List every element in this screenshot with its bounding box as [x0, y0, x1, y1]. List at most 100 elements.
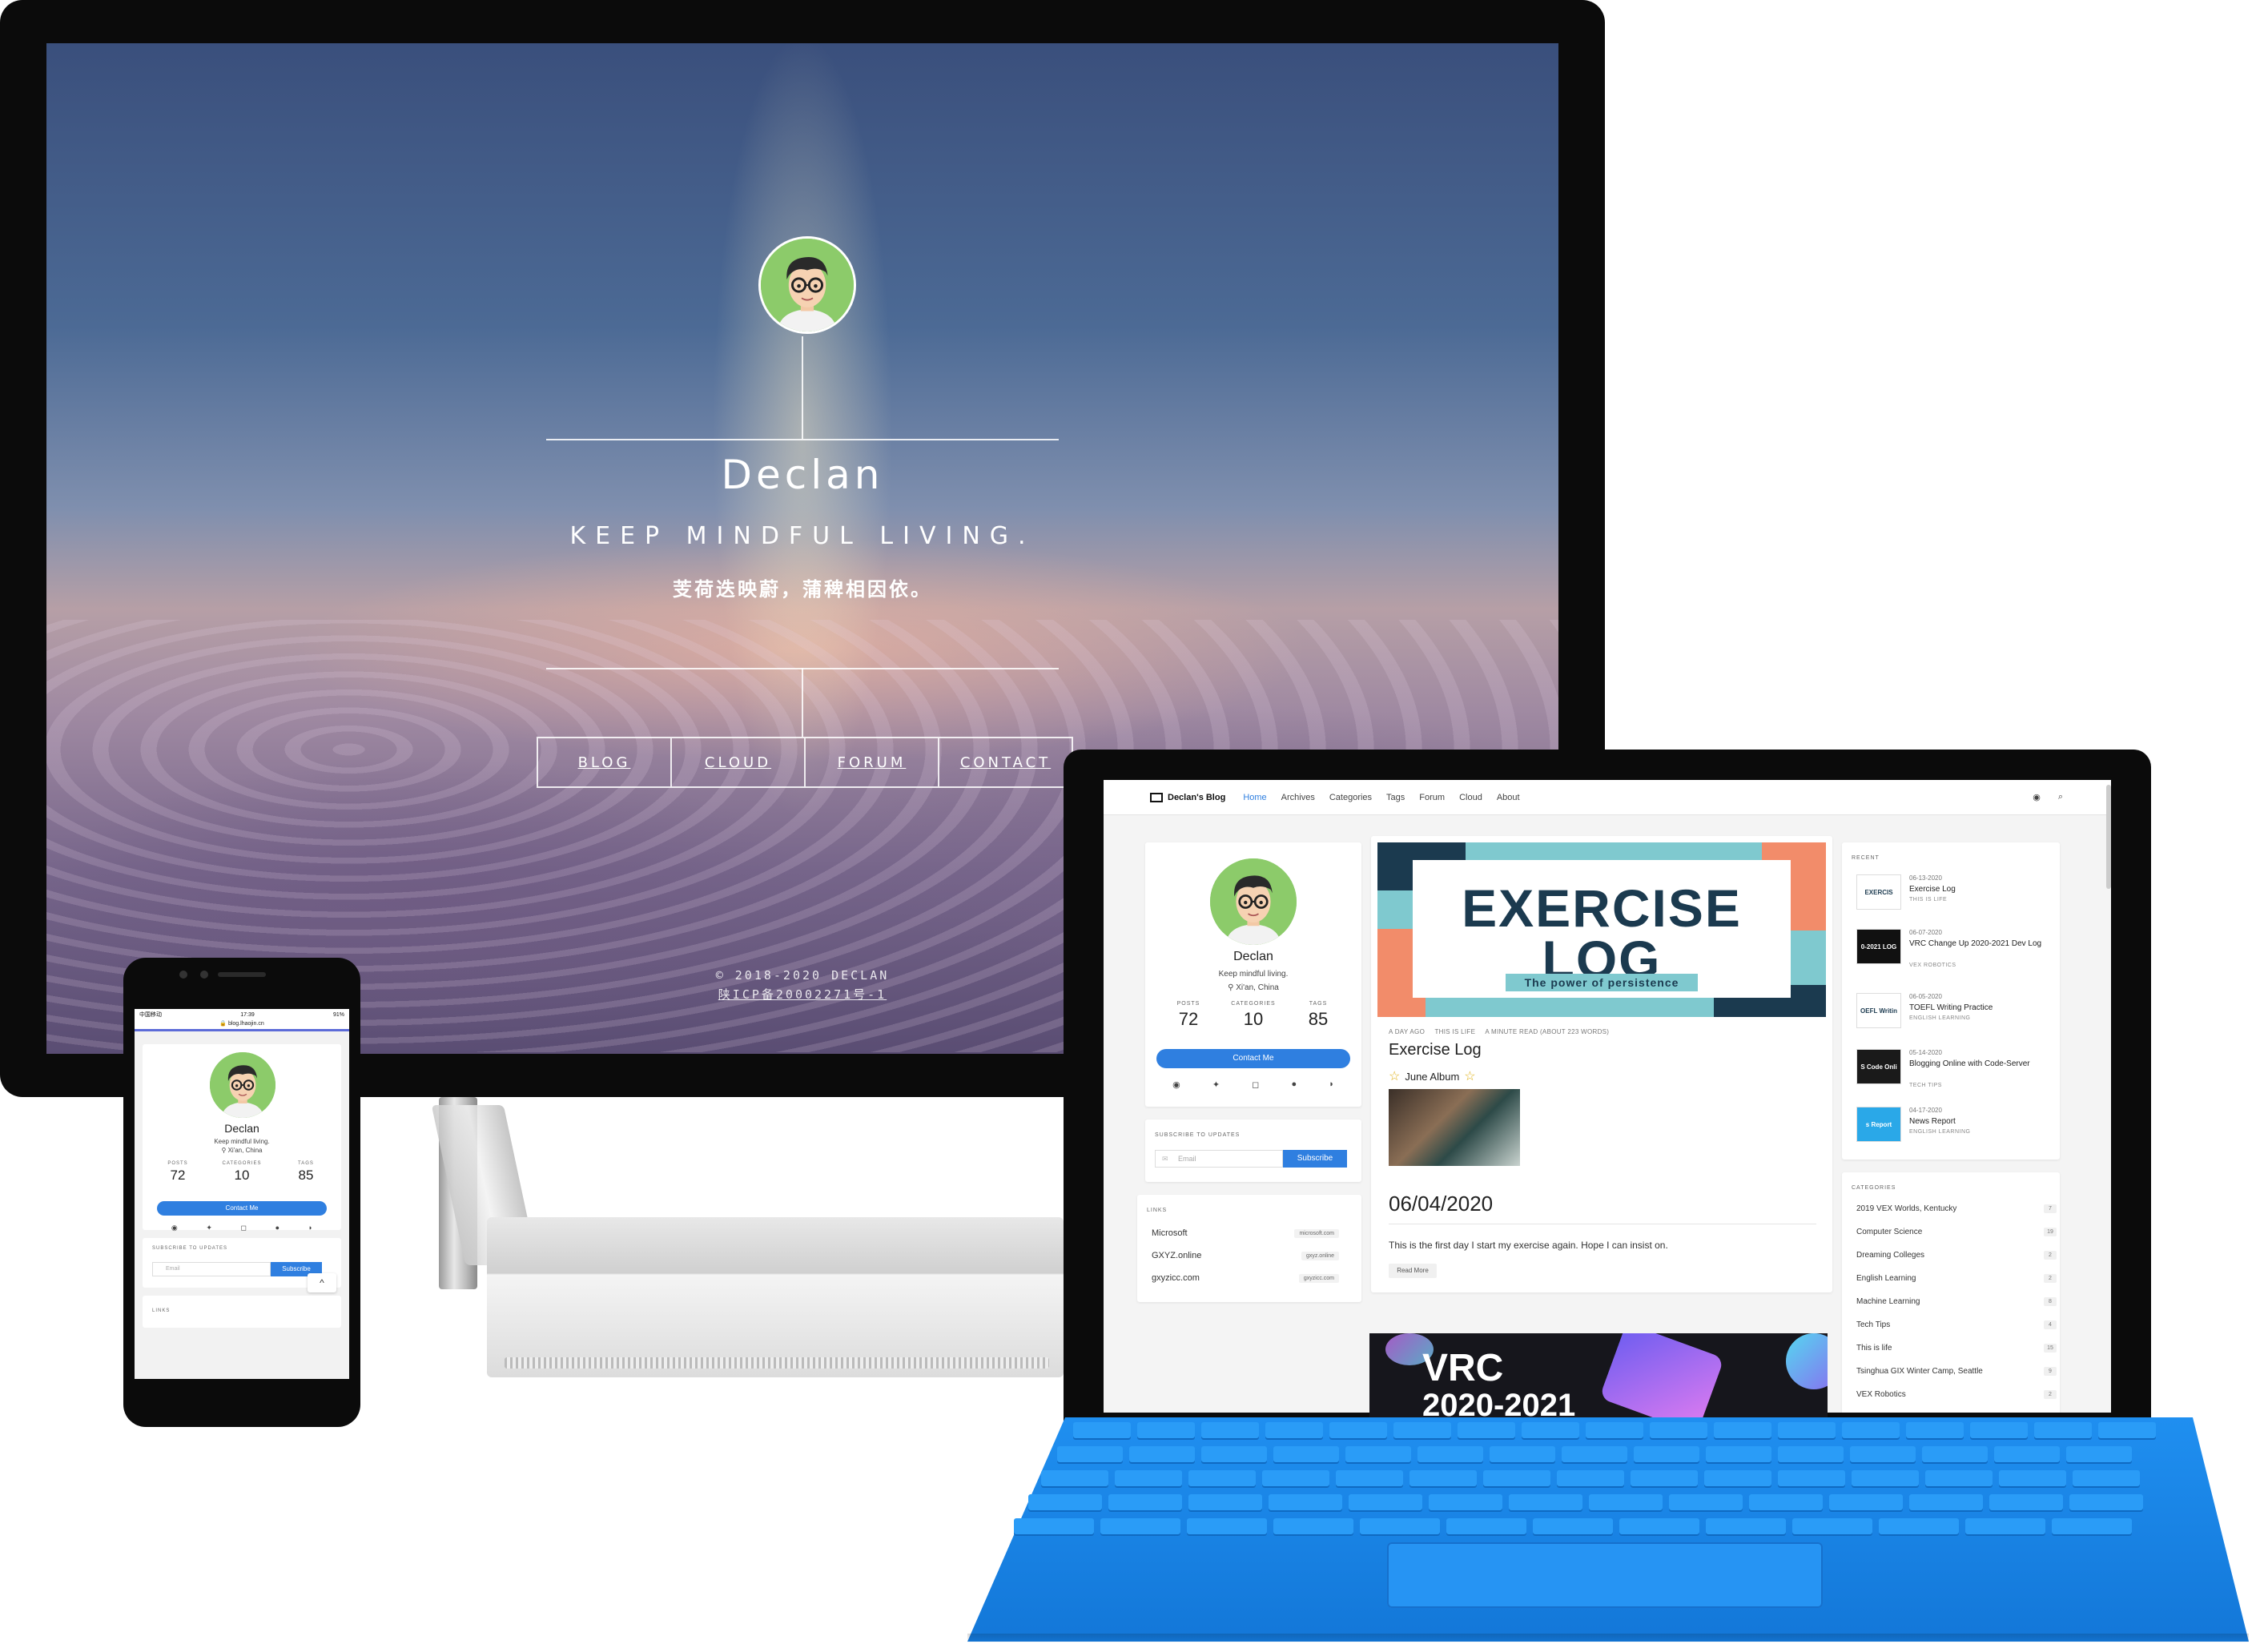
keyboard-key[interactable]: [1533, 1518, 1613, 1536]
keyboard-key[interactable]: [1458, 1422, 1515, 1440]
keyboard-key[interactable]: [1509, 1494, 1582, 1512]
keyboard-key[interactable]: [1669, 1494, 1743, 1512]
keyboard-key[interactable]: [1262, 1470, 1329, 1488]
keyboard-key[interactable]: [1393, 1422, 1451, 1440]
keyboard-key[interactable]: [1349, 1494, 1422, 1512]
github-icon[interactable]: ◉: [171, 1224, 178, 1232]
rss-icon[interactable]: ◗: [1329, 1079, 1334, 1090]
nav-forum-link[interactable]: FORUM: [806, 738, 939, 786]
keyboard-key[interactable]: [1073, 1422, 1131, 1440]
stat-posts[interactable]: POSTS 72: [1156, 1001, 1220, 1030]
keyboard-key[interactable]: [1014, 1518, 1094, 1536]
keyboard-key[interactable]: [1329, 1422, 1387, 1440]
category-item[interactable]: English Learning 2: [1856, 1274, 2057, 1283]
post-title[interactable]: Exercise Log: [1389, 1041, 1482, 1059]
category-item[interactable]: Computer Science 19: [1856, 1228, 2057, 1236]
keyboard-key[interactable]: [2073, 1470, 2140, 1488]
keyboard-key[interactable]: [1634, 1446, 1699, 1464]
keyboard-key[interactable]: [1100, 1518, 1180, 1536]
keyboard-key[interactable]: [1970, 1422, 2028, 1440]
keyboard-key[interactable]: [1909, 1494, 1983, 1512]
keyboard-key[interactable]: [2069, 1494, 2143, 1512]
keyboard-key[interactable]: [1650, 1422, 1707, 1440]
keyboard-key[interactable]: [1265, 1422, 1323, 1440]
keyboard-key[interactable]: [1586, 1422, 1643, 1440]
subscribe-button[interactable]: Subscribe: [1283, 1150, 1347, 1168]
keyboard-key[interactable]: [1269, 1494, 1342, 1512]
link-item[interactable]: Microsoft microsoft.com: [1152, 1228, 1339, 1238]
category-item[interactable]: Tsinghua GIX Winter Camp, Seattle 9: [1856, 1367, 2057, 1376]
email-input[interactable]: Email: [152, 1262, 271, 1276]
link-item[interactable]: GXYZ.online gxyz.online: [1152, 1251, 1339, 1260]
keyboard-key[interactable]: [1850, 1446, 1916, 1464]
post-cover-image[interactable]: EXERCISE LOG The power of persistence: [1377, 842, 1826, 1017]
keyboard-key[interactable]: [1704, 1470, 1771, 1488]
keyboard-key[interactable]: [2066, 1446, 2132, 1464]
keyboard-key[interactable]: [1999, 1470, 2066, 1488]
touchpad[interactable]: [1387, 1542, 1823, 1608]
stat-tags[interactable]: TAGS 85: [282, 1161, 330, 1184]
address-bar[interactable]: 🔒 blog.lhaojin.cn: [135, 1020, 349, 1031]
github-icon[interactable]: ◉: [1172, 1079, 1180, 1090]
post-category[interactable]: THIS IS LIFE: [1434, 1028, 1475, 1035]
tablet-scrollbar[interactable]: [2106, 785, 2111, 889]
keyboard-key[interactable]: [1842, 1422, 1900, 1440]
album-photo[interactable]: [1389, 1089, 1520, 1166]
read-more-button[interactable]: Read More: [1389, 1264, 1437, 1278]
keyboard-key[interactable]: [1201, 1422, 1259, 1440]
keyboard-key[interactable]: [1187, 1518, 1267, 1536]
keyboard-key[interactable]: [1273, 1446, 1339, 1464]
keyboard-key[interactable]: [1852, 1470, 1919, 1488]
nav-blog-link[interactable]: BLOG: [538, 738, 672, 786]
keyboard-key[interactable]: [1446, 1518, 1526, 1536]
keyboard-key[interactable]: [1778, 1422, 1836, 1440]
keyboard-key[interactable]: [1490, 1446, 1555, 1464]
stat-categories[interactable]: CATEGORIES 10: [218, 1161, 266, 1184]
twitter-icon[interactable]: ✦: [206, 1224, 212, 1232]
category-item[interactable]: This is life 15: [1856, 1344, 2057, 1353]
keyboard-key[interactable]: [1188, 1470, 1256, 1488]
keyboard-key[interactable]: [1925, 1470, 1993, 1488]
nav-home[interactable]: Home: [1243, 793, 1266, 802]
brand-link[interactable]: Declan's Blog: [1150, 792, 1225, 802]
keyboard-key[interactable]: [1418, 1446, 1483, 1464]
keyboard-key[interactable]: [1188, 1494, 1262, 1512]
keyboard-key[interactable]: [1619, 1518, 1699, 1536]
category-item[interactable]: Tech Tips 4: [1856, 1320, 2057, 1329]
category-item[interactable]: Machine Learning 8: [1856, 1297, 2057, 1306]
keyboard-key[interactable]: [1273, 1518, 1353, 1536]
github-icon[interactable]: ◉: [2033, 792, 2041, 802]
keyboard-key[interactable]: [1137, 1422, 1195, 1440]
recent-post-item[interactable]: s Report 04-17-2020 News Report ENGLISH …: [1856, 1107, 2057, 1155]
twitter-icon[interactable]: ✦: [1212, 1079, 1220, 1090]
nav-contact-link[interactable]: CONTACT: [939, 738, 1072, 786]
nav-categories[interactable]: Categories: [1329, 793, 1372, 802]
keyboard-key[interactable]: [1201, 1446, 1267, 1464]
link-item[interactable]: gxyzicc.com gxyzicc.com: [1152, 1273, 1339, 1283]
search-icon[interactable]: ⌕: [2058, 792, 2063, 802]
keyboard-key[interactable]: [1562, 1446, 1627, 1464]
nav-forum[interactable]: Forum: [1419, 793, 1445, 802]
recent-post-item[interactable]: S Code Onli 05-14-2020 Blogging Online w…: [1856, 1049, 2057, 1097]
keyboard-key[interactable]: [1360, 1518, 1440, 1536]
keyboard-key[interactable]: [1129, 1446, 1195, 1464]
contact-me-button[interactable]: Contact Me: [157, 1201, 327, 1216]
keyboard-key[interactable]: [1829, 1494, 1903, 1512]
keyboard-key[interactable]: [1028, 1494, 1102, 1512]
recent-post-item[interactable]: 0-2021 LOG 06-07-2020 VRC Change Up 2020…: [1856, 929, 2057, 977]
stat-categories[interactable]: CATEGORIES 10: [1221, 1001, 1285, 1030]
keyboard-key[interactable]: [1714, 1422, 1771, 1440]
recent-post-item[interactable]: OEFL Writin Practice 06-05-2020 TOEFL Wr…: [1856, 993, 2057, 1041]
keyboard-key[interactable]: [1589, 1494, 1663, 1512]
keyboard-key[interactable]: [1989, 1494, 2063, 1512]
keyboard-key[interactable]: [1706, 1446, 1771, 1464]
keyboard-key[interactable]: [1522, 1422, 1579, 1440]
stat-posts[interactable]: POSTS 72: [154, 1161, 202, 1184]
keyboard-key[interactable]: [1778, 1470, 1845, 1488]
category-item[interactable]: VEX Robotics 2: [1856, 1390, 2057, 1399]
nav-about[interactable]: About: [1497, 793, 1520, 802]
keyboard-key[interactable]: [1749, 1494, 1823, 1512]
keyboard-key[interactable]: [1922, 1446, 1988, 1464]
keyboard-key[interactable]: [2034, 1422, 2092, 1440]
recent-post-item[interactable]: EXERCIS LOG 06-13-2020 Exercise Log THIS…: [1856, 874, 2057, 922]
